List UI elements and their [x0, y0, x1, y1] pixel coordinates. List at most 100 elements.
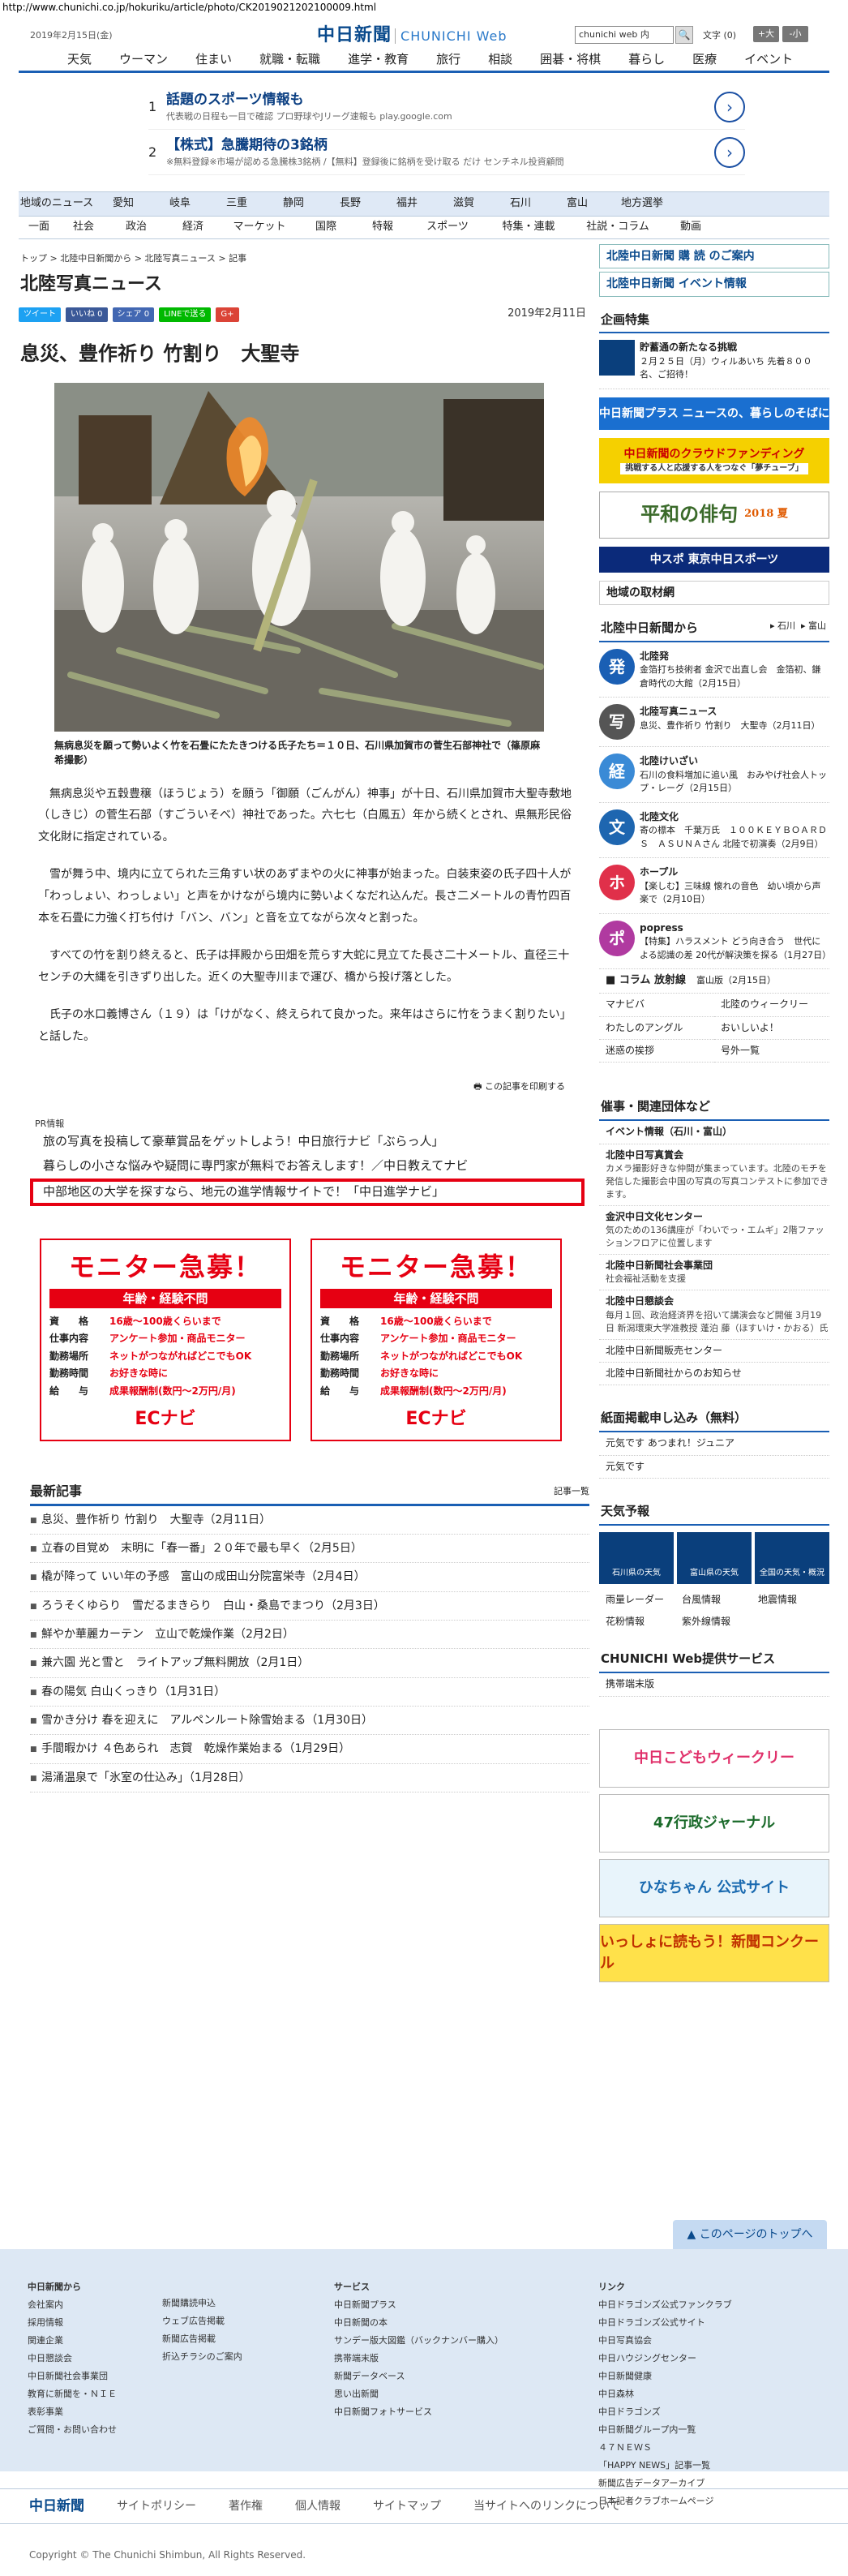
global-nav-item[interactable]: 進学・教育 [348, 51, 409, 69]
crowdfunding-banner[interactable]: 中日新聞のクラウドファンディング 挑戦する人と応援する人をつなぐ「夢チューブ」 [599, 437, 829, 483]
region-nav-item[interactable]: 三重 [208, 196, 265, 212]
footer-link[interactable]: 中日新聞の本 [334, 2314, 503, 2332]
hokuriku-item[interactable]: ホホープル 【楽しむ】三味線 懐れの音色 幼い頃から声楽で（2月10日） [599, 858, 829, 914]
latest-article-item[interactable]: 雪かき分け 春を迎えに アルペンルート除雪始まる（1月30日） [30, 1707, 589, 1736]
event-item-title[interactable]: 北陸中日写真賞会 [606, 1148, 829, 1162]
paper-link[interactable]: 元気です [599, 1456, 829, 1479]
latest-article-item[interactable]: 橇が降って いい年の予感 富山の成田山分院富栄寺（2月4日） [30, 1563, 589, 1592]
line-button[interactable]: LINEで送る [159, 307, 212, 322]
event-item[interactable]: 北陸中日懇談会 毎月１回、政治経済界を招いて講演会など開催 3月19日 新潟環東大… [599, 1290, 829, 1340]
hokuriku-item-desc[interactable]: 【楽しむ】三味線 懐れの音色 幼い頃から声楽で（2月10日） [640, 881, 821, 905]
genre-nav-item[interactable]: スポーツ [411, 220, 484, 235]
global-nav-item[interactable]: 暮らし [628, 51, 665, 69]
arrow-right-icon[interactable]: › [714, 91, 745, 122]
footer-link[interactable]: 関連企業 [28, 2332, 117, 2350]
footer-link[interactable]: 中日ハウジングセンター [598, 2350, 732, 2368]
misc-link[interactable]: 北陸中日新聞社からのお知らせ [599, 1363, 829, 1386]
kodomo-banner[interactable]: 中日こどもウィークリー [599, 1728, 829, 1788]
search-icon[interactable]: 🔍 [675, 26, 693, 44]
genre-nav-item[interactable]: 国際 [298, 220, 354, 235]
ad-row[interactable]: 2 【株式】急騰期待の3銘柄 ※無料登録※市場が認める急騰株3銘柄 /【無料】登録後… [148, 130, 745, 175]
hokuriku-item-title[interactable]: popress [640, 922, 683, 934]
subscribe-link[interactable]: 北陸中日新聞 購 読 のご案内 [599, 244, 829, 269]
footer-link[interactable]: 表彰事業 [28, 2403, 117, 2421]
genre-nav-item[interactable]: 一面 [19, 220, 59, 235]
genre-nav-item[interactable]: 社会 [59, 220, 108, 235]
genre-nav-item[interactable]: マーケット [221, 220, 298, 235]
genre-nav-item[interactable]: 経済 [165, 220, 221, 235]
like-button[interactable]: いいね 0 [66, 307, 108, 322]
global-nav-item[interactable]: 天気 [67, 51, 92, 69]
footer-link[interactable]: 中日新聞社会事業団 [28, 2368, 117, 2385]
hokuriku-item-desc[interactable]: 息災、豊作祈り 竹割り 大聖寺（2月11日） [640, 720, 820, 731]
hokuriku-item-desc[interactable]: 【特集】ハラスメント どう向き合う 世代による認識の差 20代が解決策を探る（1… [640, 936, 831, 960]
nie-banner[interactable]: いっしょに読もう！新聞コンクール [599, 1923, 829, 1982]
event-item[interactable]: 北陸中日写真賞会 カメラ撮影好きな仲間が集まっています。北陸のモチを発信した撮影会… [599, 1144, 829, 1206]
ad-title[interactable]: 話題のスポーツ情報も [166, 90, 452, 110]
footer-link[interactable]: 思い出新聞 [334, 2385, 503, 2403]
hokuriku-item-title[interactable]: ホープル [640, 866, 678, 878]
footer-link[interactable]: 新聞広告掲載 [162, 2330, 242, 2348]
footer-link[interactable]: 中日懇談会 [28, 2350, 117, 2368]
footer-link[interactable]: 中日ドラゴンズ公式サイト [598, 2314, 732, 2332]
event-item-title[interactable]: 北陸中日懇談会 [606, 1294, 829, 1308]
ad-row[interactable]: 1 話題のスポーツ情報も 代表戦の日程も一目で確認 プロ野球やJリーグ速報も pla… [148, 84, 745, 130]
column-link[interactable]: ■ コラム 放射線 富山版（2月15日） [599, 969, 829, 994]
4koma-banner[interactable]: ひなちゃん 公式サイト [599, 1858, 829, 1917]
global-nav-item[interactable]: イベント [744, 51, 793, 69]
region-nav-item[interactable]: 滋賀 [435, 196, 492, 212]
sidebar-grid-link[interactable]: おいしいよ！ [714, 1017, 829, 1041]
global-nav-item[interactable]: 住まい [195, 51, 232, 69]
latest-article-item[interactable]: ろうそくゆらり 雪だるまきらり 白山・桑島でまつり（2月3日） [30, 1592, 589, 1621]
print-link[interactable]: 🖶 この記事を印刷する [19, 1080, 565, 1093]
sidebar-grid-link[interactable]: 号外一覧 [714, 1040, 829, 1063]
global-nav-item[interactable]: ウーマン [119, 51, 168, 69]
misc-link[interactable]: 北陸中日新聞販売センター [599, 1340, 829, 1363]
weather-link[interactable]: 花粉情報 [599, 1611, 675, 1633]
footer-link[interactable]: 折込チラシのご案内 [162, 2348, 242, 2366]
hokuriku-item[interactable]: 経北陸けいざい 石川の食料増加に追い風 おみやげ社会人トップ・レーグ（2月15日） [599, 747, 829, 803]
pr-item-highlighted[interactable]: 中部地区の大学を探すなら、地元の進学情報サイトで！「中日進学ナビ」 [30, 1178, 585, 1206]
footer-bar-link[interactable]: 個人情報 [295, 2498, 340, 2514]
global-nav-item[interactable]: 医療 [692, 51, 717, 69]
link-toyama[interactable]: 富山 [808, 620, 826, 631]
footer-link[interactable]: 新聞購読申込 [162, 2295, 242, 2312]
genre-nav-item[interactable]: 特集・連載 [484, 220, 573, 235]
event-sub-link[interactable]: イベント情報（石川・富山） [599, 1121, 829, 1144]
genre-nav-item[interactable]: 政治 [108, 220, 165, 235]
haiku-banner[interactable]: 平和の俳句 2018 夏 [599, 491, 829, 539]
latest-article-item[interactable]: 立春の目覚め 末明に「春一番」２０年で最も早く（2月5日） [30, 1535, 589, 1564]
site-logo[interactable]: 中日新聞 CHUNICHI Web [317, 23, 508, 49]
hokuriku-item-title[interactable]: 北陸けいざい [640, 755, 698, 766]
footer-link[interactable]: 携帯端末版 [334, 2350, 503, 2368]
to-top-button[interactable]: ▲ このページのトップへ [673, 2220, 827, 2249]
hokuriku-item-desc[interactable]: 寄の標本 千葉万氏 １００ＫＥＹＢＯＡＲＤＳ ＡＳＵＮＡさん 北陸で初演奏（2月… [640, 825, 827, 849]
region-nav-item[interactable]: 石川 [492, 196, 549, 212]
hokuriku-item[interactable]: 文北陸文化 寄の標本 千葉万氏 １００ＫＥＹＢＯＡＲＤＳ ＡＳＵＮＡさん 北陸で初… [599, 803, 829, 859]
region-nav-item[interactable]: 地方選挙 [606, 196, 679, 212]
chunichi-plus-banner[interactable]: 中日新聞プラス ニュースの、暮らしのそばに [599, 397, 829, 430]
footer-logo[interactable]: 中日新聞 [29, 2497, 84, 2517]
hokuriku-item-desc[interactable]: 石川の食料増加に追い風 おみやげ社会人トップ・レーグ（2月15日） [640, 770, 827, 794]
region-nav-item[interactable]: 愛知 [95, 196, 152, 212]
footer-bar-link[interactable]: サイトポリシー [117, 2498, 196, 2514]
hokuriku-item[interactable]: 発北陸発 金箔打ち技術者 金沢で出直し会 金箔初、鎌倉時代の大館（2月15日） [599, 642, 829, 698]
share-button[interactable]: シェア 0 [112, 307, 155, 322]
local-network-link[interactable]: 地域の取材網 [599, 580, 829, 606]
latest-article-item[interactable]: 湯涌温泉で「氷室の仕込み」（1月28日） [30, 1764, 589, 1792]
all-articles-link[interactable]: 記事一覧 [554, 1485, 589, 1498]
footer-link[interactable]: 中日新聞フォトサービス [334, 2403, 503, 2421]
weather-link[interactable]: 雨量レーダー [599, 1589, 675, 1611]
footer-link[interactable]: 教育に新聞を・ＮＩＥ [28, 2385, 117, 2403]
footer-link[interactable]: 新聞データベース [334, 2368, 503, 2385]
chuspo-banner[interactable]: 中スポ 東京中日スポーツ [599, 546, 829, 573]
footer-link[interactable]: 中日ドラゴンズ公式ファンクラブ [598, 2296, 732, 2314]
pr-item[interactable]: 旅の写真を投稿して豪華賞品をゲットしよう！中日旅行ナビ「ぶらっ人」 [35, 1130, 586, 1154]
sidebar-grid-link[interactable]: わたしのアングル [599, 1017, 714, 1041]
footer-link[interactable]: 採用情報 [28, 2314, 117, 2332]
genre-nav-item[interactable]: 特報 [354, 220, 411, 235]
monitor-banner[interactable]: モニター急募！ 年齢・経験不問資 格 16歳〜100歳くらいまで 仕事内容 アンケート参… [40, 1238, 291, 1441]
footer-link[interactable]: ご質問・お問い合わせ [28, 2421, 117, 2439]
weather-tile[interactable]: 石川県の天気 [599, 1531, 674, 1584]
gyosei-banner[interactable]: 47行政ジャーナル [599, 1793, 829, 1853]
